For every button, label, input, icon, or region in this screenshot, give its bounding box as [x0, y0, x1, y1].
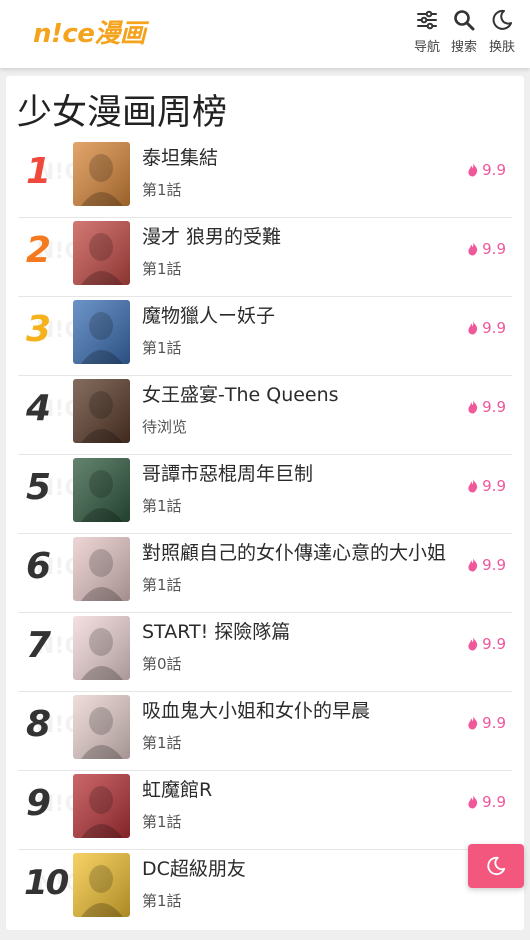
comic-cover-image[interactable] [73, 221, 130, 285]
comic-score: 9.9 [467, 793, 506, 811]
rank-number: 10 [24, 863, 69, 903]
search-icon [454, 10, 475, 31]
ranking-row[interactable]: N!C 6 對照顧自己的女仆傳達心意的大小姐 第1話 9.9 [18, 534, 512, 613]
comic-score-value: 9.9 [482, 319, 506, 337]
comic-title[interactable]: DC超級朋友 [142, 854, 457, 881]
comic-cover-image[interactable] [73, 537, 130, 601]
ranking-list: N!C 1 泰坦集結 第1話 9.9 N!C 2 漫才 狼男的受難 第1話 9.9 N!C 3 魔物獵人… [18, 139, 512, 928]
comic-latest-chapter: 第1話 [142, 576, 182, 594]
flame-icon [468, 558, 478, 572]
rank-number: 5 [26, 467, 52, 508]
flame-icon [468, 795, 478, 809]
flame-icon [468, 321, 478, 335]
flame-icon [468, 716, 478, 730]
nav-button-skin[interactable]: 换肤 [485, 6, 519, 58]
flame-icon [468, 400, 478, 414]
ranking-row[interactable]: N!C 3 魔物獵人ー妖子 第1話 9.9 [18, 297, 512, 376]
comic-title[interactable]: 對照顧自己的女仆傳達心意的大小姐 [142, 538, 457, 565]
comic-score: 9.9 [467, 714, 506, 732]
ranking-row[interactable]: N!C 9 虹魔館R 第1話 9.9 [18, 771, 512, 850]
comic-score: 9.9 [467, 319, 506, 337]
comic-cover-image[interactable] [73, 853, 130, 917]
comic-score: 9.9 [467, 556, 506, 574]
ranking-row[interactable]: N!C 7 START! 探險隊篇 第0話 9.9 [18, 613, 512, 692]
comic-score-value: 9.9 [482, 477, 506, 495]
comic-score-value: 9.9 [482, 161, 506, 179]
rank-number: 1 [26, 151, 52, 192]
comic-latest-chapter: 第1話 [142, 734, 182, 752]
comic-score-value: 9.9 [482, 240, 506, 258]
comic-score-value: 9.9 [482, 714, 506, 732]
comic-cover-image[interactable] [73, 142, 130, 206]
flame-icon [468, 479, 478, 493]
ranking-row[interactable]: N!C 2 漫才 狼男的受難 第1話 9.9 [18, 218, 512, 297]
comic-latest-chapter: 第1話 [142, 181, 182, 199]
comic-title[interactable]: START! 探險隊篇 [142, 617, 457, 644]
comic-title[interactable]: 虹魔館R [142, 775, 457, 802]
comic-latest-chapter: 第0話 [142, 655, 182, 673]
comic-title[interactable]: 泰坦集結 [142, 143, 457, 170]
comic-title[interactable]: 吸血鬼大小姐和女仆的早晨 [142, 696, 457, 723]
nav-label-search: 搜索 [450, 40, 477, 55]
comic-cover-image[interactable] [73, 774, 130, 838]
comic-latest-chapter: 第1話 [142, 260, 182, 278]
rank-number: 9 [26, 783, 52, 824]
ranking-card: 少女漫画周榜 N!C 1 泰坦集結 第1話 9.9 N!C 2 漫才 狼男的受難 第1話 9.9 N… [6, 76, 524, 930]
comic-cover-image[interactable] [73, 695, 130, 759]
rank-number: 3 [26, 309, 52, 350]
comic-latest-chapter: 待浏览 [142, 418, 188, 436]
ranking-row[interactable]: N!C 1 泰坦集結 第1話 9.9 [18, 139, 512, 218]
nav-button-navigation[interactable]: 导航 [410, 6, 444, 58]
rank-number: 7 [26, 625, 52, 666]
comic-cover-image[interactable] [73, 458, 130, 522]
page-title: 少女漫画周榜 [17, 93, 228, 133]
comic-cover-image[interactable] [73, 379, 130, 443]
comic-title[interactable]: 哥譚市惡棍周年巨制 [142, 459, 457, 486]
rank-number: 6 [26, 546, 52, 587]
flame-icon [468, 242, 478, 256]
comic-score: 9.9 [467, 477, 506, 495]
ranking-row[interactable]: N!C 4 女王盛宴-The Queens 待浏览 9.9 [18, 376, 512, 455]
comic-title[interactable]: 女王盛宴-The Queens [142, 380, 457, 407]
site-logo[interactable]: n!ce漫画 [33, 13, 146, 50]
comic-latest-chapter: 第1話 [142, 339, 182, 357]
top-header: n!ce漫画 导航 搜索 换肤 [0, 0, 530, 68]
rank-number: 2 [26, 230, 52, 271]
flame-icon [468, 637, 478, 651]
comic-score-value: 9.9 [482, 398, 506, 416]
sliders-icon [417, 10, 437, 30]
comic-cover-image[interactable] [73, 300, 130, 364]
theme-toggle-button[interactable] [468, 844, 524, 888]
rank-number: 4 [26, 388, 52, 429]
comic-score: 9.9 [467, 240, 506, 258]
moon-icon [487, 856, 506, 876]
comic-title[interactable]: 魔物獵人ー妖子 [142, 301, 457, 328]
comic-latest-chapter: 第1話 [142, 813, 182, 831]
flame-icon [468, 163, 478, 177]
comic-score-value: 9.9 [482, 793, 506, 811]
ranking-row[interactable]: N!C10DC超級朋友第1話9.9 [18, 850, 512, 928]
comic-latest-chapter: 第1話 [142, 497, 182, 515]
nav-label-navigation: 导航 [413, 40, 440, 55]
comic-score-value: 9.9 [482, 556, 506, 574]
ranking-row[interactable]: N!C 5 哥譚市惡棍周年巨制 第1話 9.9 [18, 455, 512, 534]
comic-score-value: 9.9 [482, 635, 506, 653]
comic-cover-image[interactable] [73, 616, 130, 680]
rank-number: 8 [26, 704, 52, 745]
comic-score: 9.9 [467, 161, 506, 179]
comic-score: 9.9 [467, 398, 506, 416]
comic-score: 9.9 [467, 635, 506, 653]
nav-button-search[interactable]: 搜索 [447, 6, 481, 58]
comic-latest-chapter: 第1話 [142, 892, 182, 910]
ranking-row[interactable]: N!C 8 吸血鬼大小姐和女仆的早晨 第1話 9.9 [18, 692, 512, 771]
nav-label-skin: 换肤 [488, 40, 515, 55]
moon-icon [492, 9, 512, 30]
comic-title[interactable]: 漫才 狼男的受難 [142, 222, 457, 249]
